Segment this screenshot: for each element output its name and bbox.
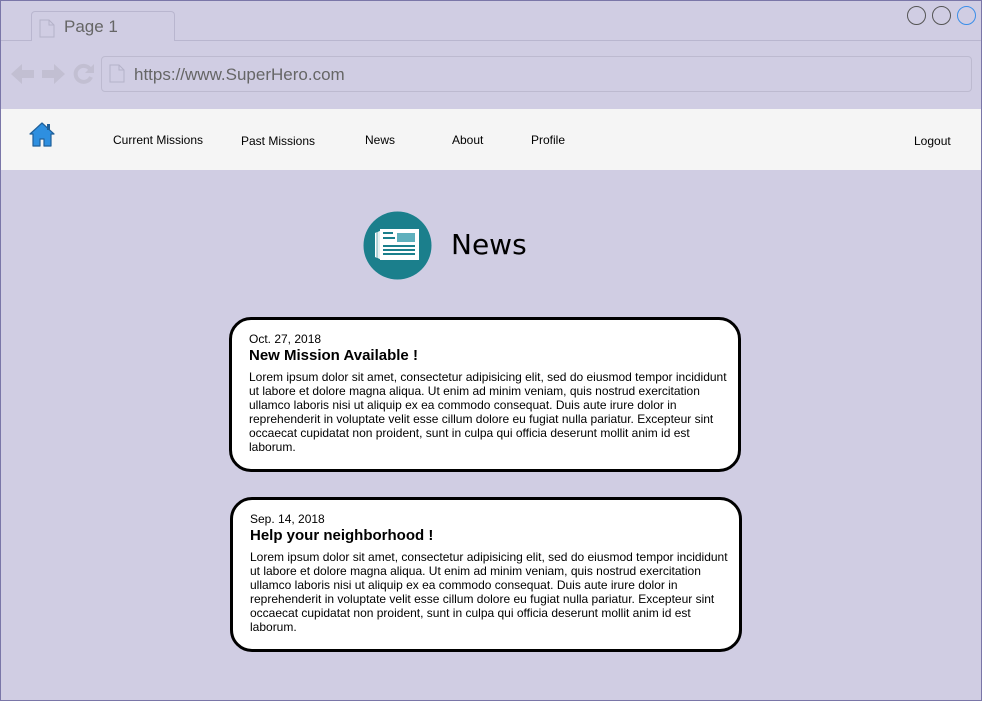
reload-icon[interactable] bbox=[71, 63, 95, 85]
browser-tab[interactable]: Page 1 bbox=[31, 11, 175, 41]
nav-about[interactable]: About bbox=[452, 133, 483, 147]
nav-profile[interactable]: Profile bbox=[531, 133, 565, 147]
arrow-right-icon[interactable] bbox=[41, 63, 65, 85]
home-icon[interactable] bbox=[29, 122, 55, 147]
document-icon bbox=[109, 64, 125, 83]
tab-label: Page 1 bbox=[64, 17, 118, 36]
news-date: Sep. 14, 2018 bbox=[250, 512, 325, 526]
tab-divider bbox=[174, 40, 981, 41]
news-card[interactable]: Sep. 14, 2018 Help your neighborhood ! L… bbox=[230, 497, 742, 652]
maximize-button[interactable] bbox=[932, 6, 951, 25]
news-body: Lorem ipsum dolor sit amet, consectetur … bbox=[249, 370, 727, 454]
minimize-button[interactable] bbox=[907, 6, 926, 25]
news-headline: Help your neighborhood ! bbox=[250, 527, 434, 544]
address-bar[interactable]: https://www.SuperHero.com bbox=[101, 56, 972, 92]
nav-current-missions[interactable]: Current Missions bbox=[113, 133, 203, 147]
app-nav-bar: Current Missions Past Missions News Abou… bbox=[1, 109, 981, 170]
logout-link[interactable]: Logout bbox=[914, 134, 951, 148]
news-date: Oct. 27, 2018 bbox=[249, 332, 322, 346]
nav-news[interactable]: News bbox=[365, 133, 395, 147]
document-icon bbox=[39, 19, 55, 38]
arrow-left-icon[interactable] bbox=[11, 63, 35, 85]
page-title: News bbox=[451, 228, 527, 261]
close-button[interactable] bbox=[957, 6, 976, 25]
news-headline: New Mission Available ! bbox=[249, 347, 418, 364]
browser-window: Page 1 https://www.SuperHero.com Current… bbox=[0, 0, 982, 701]
news-body: Lorem ipsum dolor sit amet, consectetur … bbox=[250, 550, 728, 634]
newspaper-icon bbox=[363, 211, 432, 280]
tab-divider bbox=[1, 40, 32, 41]
url-text: https://www.SuperHero.com bbox=[134, 65, 345, 84]
nav-past-missions[interactable]: Past Missions bbox=[241, 134, 315, 148]
news-card[interactable]: Oct. 27, 2018 New Mission Available ! Lo… bbox=[229, 317, 741, 472]
